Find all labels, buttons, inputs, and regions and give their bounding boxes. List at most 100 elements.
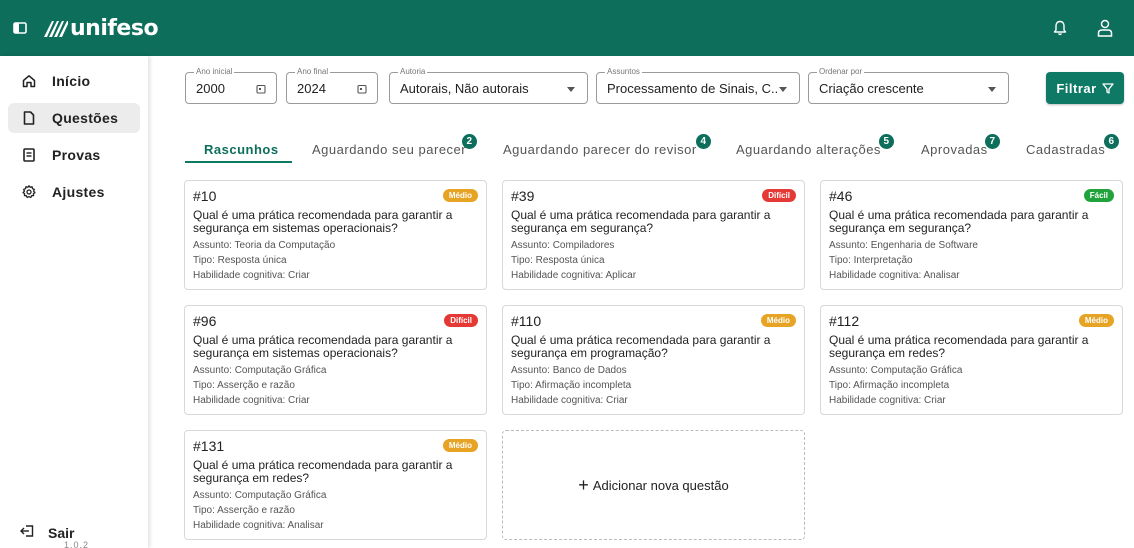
tab-label: Aguardando alterações xyxy=(736,142,881,157)
question-id: #39 xyxy=(511,188,535,204)
calendar-icon[interactable] xyxy=(356,83,368,95)
ano-final-field[interactable]: Ano final 2024 xyxy=(286,67,378,104)
sidebar-item-label: Provas xyxy=(52,147,101,163)
ano-final-label: Ano final xyxy=(295,67,331,77)
sidebar-item-label: Questões xyxy=(52,110,119,126)
question-type: Tipo: Asserção e razão xyxy=(193,505,295,516)
question-type: Tipo: Afirmação incompleta xyxy=(829,380,950,391)
question-card[interactable]: #46 Fácil Qual é uma prática recomendada… xyxy=(820,180,1123,290)
chevron-down-icon[interactable] xyxy=(988,87,996,92)
question-text: Qual é uma prática recomendada para gara… xyxy=(193,208,453,235)
filter-icon xyxy=(1102,82,1114,94)
question-skill: Habilidade cognitiva: Criar xyxy=(193,395,310,406)
question-card[interactable]: #39 Difícil Qual é uma prática recomenda… xyxy=(502,180,805,290)
add-question-button[interactable]: + Adicionar nova questão xyxy=(502,430,805,540)
ano-inicial-field[interactable]: Ano inicial 2000 xyxy=(185,67,277,104)
assuntos-value: Processamento de Sinais, C... xyxy=(607,81,777,96)
sidebar-item-provas[interactable]: Provas xyxy=(8,140,140,170)
question-type: Tipo: Asserção e razão xyxy=(193,380,295,391)
autoria-value: Autorais, Não autorais xyxy=(400,81,529,96)
question-card[interactable]: #110 Médio Qual é uma prática recomendad… xyxy=(502,305,805,415)
assuntos-select[interactable]: Assuntos Processamento de Sinais, C... xyxy=(596,67,800,104)
question-card[interactable]: #96 Difícil Qual é uma prática recomenda… xyxy=(184,305,487,415)
question-subject: Assunto: Teoria da Computação xyxy=(193,240,336,251)
logo-text: unifeso xyxy=(70,15,159,41)
sidebar-item-label: Ajustes xyxy=(52,184,105,200)
autoria-select[interactable]: Autoria Autorais, Não autorais xyxy=(389,67,588,104)
sidebar-item-questoes[interactable]: Questões xyxy=(8,103,140,133)
question-subject: Assunto: Engenharia de Software xyxy=(829,240,978,251)
sidebar-toggle-icon[interactable] xyxy=(10,18,30,38)
logout-label: Sair xyxy=(48,525,75,541)
tab-label: Aguardando seu parecer xyxy=(312,142,467,157)
sidebar-item-inicio[interactable]: Início xyxy=(8,66,140,96)
tab-aguardando-seu-parecer[interactable]: Aguardando seu parecer 2 xyxy=(312,134,477,160)
logout-icon xyxy=(20,524,34,542)
ano-inicial-value: 2000 xyxy=(196,81,225,96)
filter-button[interactable]: Filtrar xyxy=(1046,72,1124,104)
question-skill: Habilidade cognitiva: Criar xyxy=(193,270,310,281)
ordenar-value: Criação crescente xyxy=(819,81,924,96)
question-text: Qual é uma prática recomendada para gara… xyxy=(829,208,1089,235)
question-id: #46 xyxy=(829,188,853,204)
top-bar: unifeso xyxy=(0,0,1134,56)
plus-icon: + xyxy=(578,474,589,495)
tab-label: Cadastradas xyxy=(1026,142,1106,157)
tab-rascunhos[interactable]: Rascunhos xyxy=(204,142,279,160)
filter-button-label: Filtrar xyxy=(1056,80,1097,96)
sidebar: Início Questões Provas Ajustes Sair 1.0.… xyxy=(0,56,148,548)
question-id: #110 xyxy=(511,313,542,329)
question-type: Tipo: Interpretação xyxy=(829,255,913,266)
question-subject: Assunto: Computação Gráfica xyxy=(193,365,327,376)
ano-final-value: 2024 xyxy=(297,81,326,96)
question-id: #96 xyxy=(193,313,217,329)
question-skill: Habilidade cognitiva: Analisar xyxy=(829,270,960,281)
question-id: #10 xyxy=(193,188,217,204)
app-version: 1.0.2 xyxy=(64,540,90,548)
question-text: Qual é uma prática recomendada para gara… xyxy=(829,333,1089,360)
difficulty-badge: Difícil xyxy=(444,314,478,327)
tab-aprovadas[interactable]: Aprovadas 7 xyxy=(921,134,1000,160)
tab-aguardando-parecer-revisor[interactable]: Aguardando parecer do revisor 4 xyxy=(503,134,711,160)
ano-inicial-label: Ano inicial xyxy=(194,67,235,77)
question-card[interactable]: #112 Médio Qual é uma prática recomendad… xyxy=(820,305,1123,415)
question-card[interactable]: #10 Médio Qual é uma prática recomendada… xyxy=(184,180,487,290)
active-tab-indicator xyxy=(185,161,292,163)
tab-count-badge: 2 xyxy=(462,134,477,149)
exam-icon xyxy=(20,146,38,164)
chevron-down-icon[interactable] xyxy=(779,87,787,92)
question-subject: Assunto: Computação Gráfica xyxy=(193,490,327,501)
tab-count-badge: 5 xyxy=(879,134,894,149)
question-text: Qual é uma prática recomendada para gara… xyxy=(193,458,453,485)
chevron-down-icon[interactable] xyxy=(567,87,575,92)
sidebar-item-ajustes[interactable]: Ajustes xyxy=(8,177,140,207)
tab-aguardando-alteracoes[interactable]: Aguardando alterações 5 xyxy=(736,134,894,160)
document-icon xyxy=(20,109,38,127)
question-card[interactable]: #131 Médio Qual é uma prática recomendad… xyxy=(184,430,487,540)
difficulty-badge: Médio xyxy=(1078,314,1114,327)
tab-count-badge: 6 xyxy=(1104,134,1119,149)
ordenar-select[interactable]: Ordenar por Criação crescente xyxy=(808,67,1009,104)
tab-count-badge: 4 xyxy=(696,134,711,149)
sidebar-item-label: Início xyxy=(52,73,91,89)
user-profile-icon[interactable] xyxy=(1094,17,1116,39)
question-skill: Habilidade cognitiva: Criar xyxy=(829,395,946,406)
question-type: Tipo: Resposta única xyxy=(193,255,287,266)
calendar-icon[interactable] xyxy=(255,83,267,95)
tab-label: Aguardando parecer do revisor xyxy=(503,142,697,157)
question-subject: Assunto: Computação Gráfica xyxy=(829,365,963,376)
question-type: Tipo: Afirmação incompleta xyxy=(511,380,632,391)
logo: unifeso xyxy=(44,12,159,44)
logo-mark-icon xyxy=(44,21,68,37)
ordenar-label: Ordenar por xyxy=(817,67,865,77)
question-skill: Habilidade cognitiva: Aplicar xyxy=(511,270,637,281)
tab-cadastradas[interactable]: Cadastradas 6 xyxy=(1026,134,1119,160)
gear-icon xyxy=(20,183,38,201)
question-id: #131 xyxy=(193,438,225,454)
question-subject: Assunto: Compiladores xyxy=(511,240,615,251)
question-skill: Habilidade cognitiva: Criar xyxy=(511,395,628,406)
question-text: Qual é uma prática recomendada para gara… xyxy=(511,208,771,235)
notification-bell-icon[interactable] xyxy=(1050,18,1070,38)
difficulty-badge: Médio xyxy=(442,439,478,452)
difficulty-badge: Difícil xyxy=(762,189,796,202)
